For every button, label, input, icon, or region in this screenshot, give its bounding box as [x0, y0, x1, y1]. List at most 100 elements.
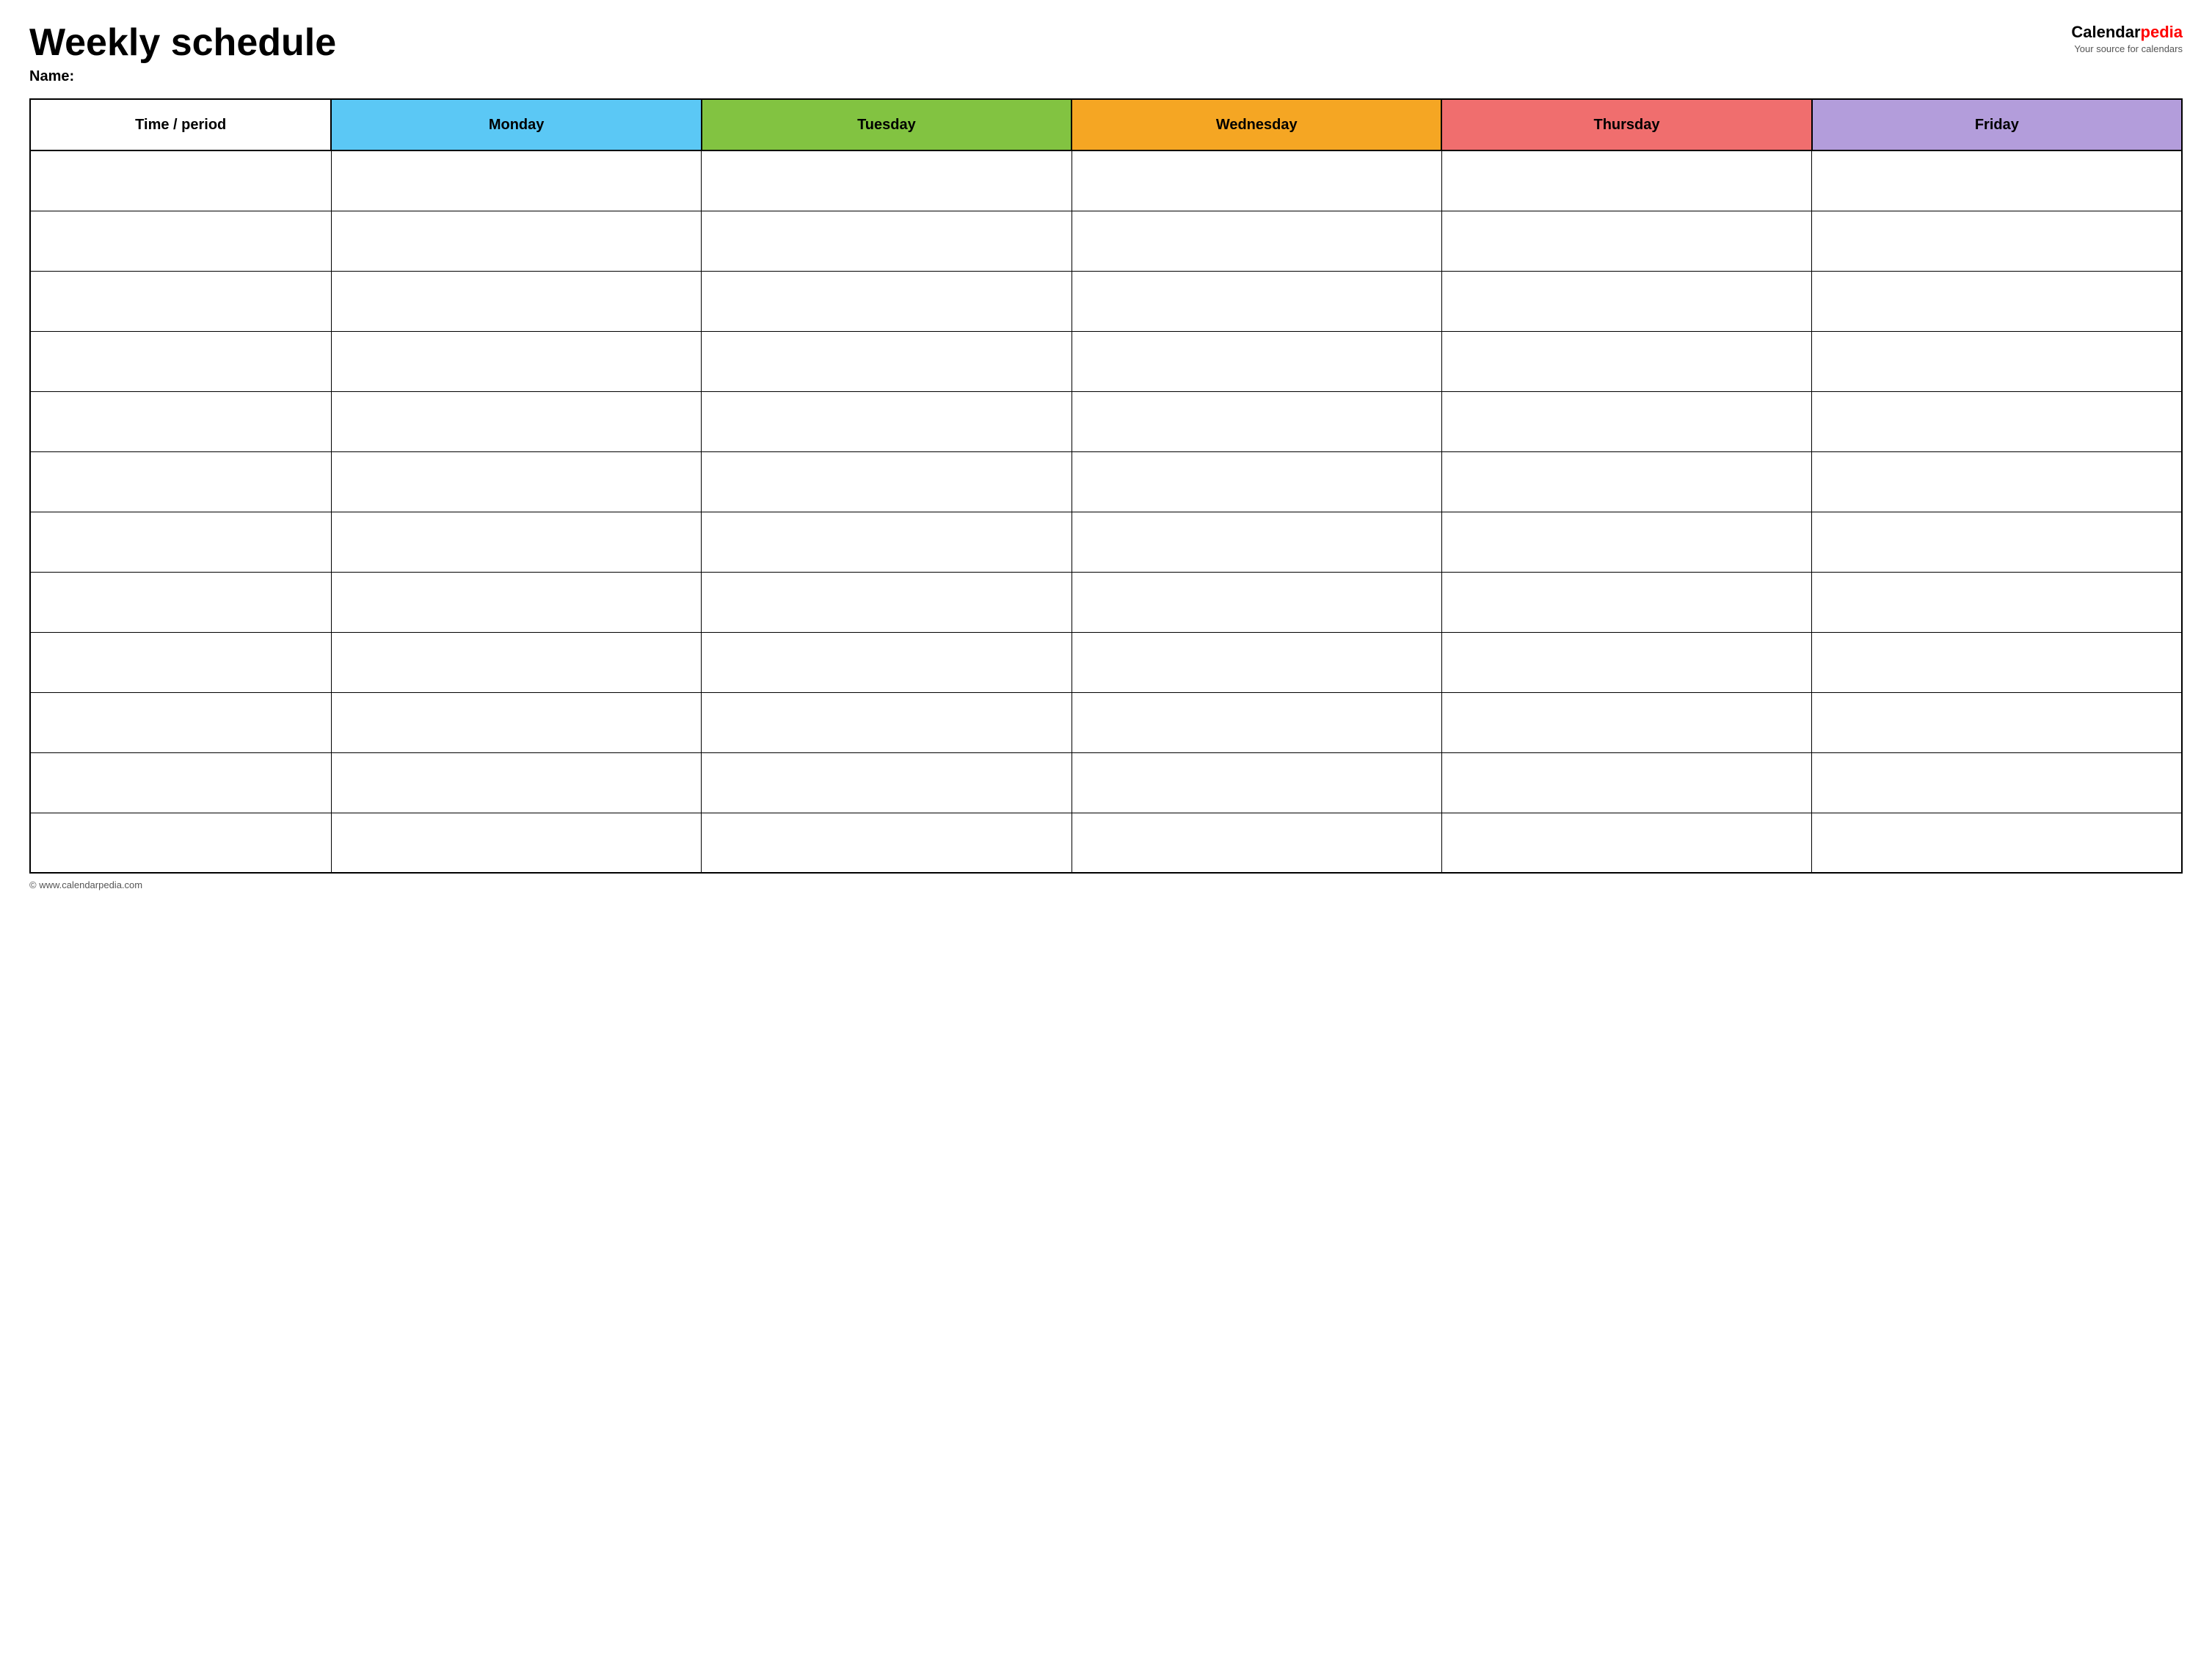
table-row — [30, 391, 2182, 451]
cell-row0-col0[interactable] — [30, 150, 331, 211]
cell-row8-col1[interactable] — [331, 632, 701, 692]
table-row — [30, 211, 2182, 271]
cell-row10-col1[interactable] — [331, 752, 701, 813]
cell-row3-col1[interactable] — [331, 331, 701, 391]
cell-row9-col1[interactable] — [331, 692, 701, 752]
cell-row2-col3[interactable] — [1072, 271, 1441, 331]
cell-row3-col2[interactable] — [702, 331, 1072, 391]
cell-row1-col5[interactable] — [1812, 211, 2182, 271]
table-row — [30, 331, 2182, 391]
table-row — [30, 813, 2182, 873]
logo-area: Calendarpedia Your source for calendars — [2071, 22, 2183, 55]
cell-row0-col4[interactable] — [1441, 150, 1811, 211]
title-section: Weekly schedule Name: — [29, 22, 336, 85]
table-row — [30, 271, 2182, 331]
cell-row4-col2[interactable] — [702, 391, 1072, 451]
cell-row1-col0[interactable] — [30, 211, 331, 271]
cell-row7-col1[interactable] — [331, 572, 701, 632]
cell-row7-col3[interactable] — [1072, 572, 1441, 632]
cell-row9-col5[interactable] — [1812, 692, 2182, 752]
cell-row7-col4[interactable] — [1441, 572, 1811, 632]
cell-row9-col0[interactable] — [30, 692, 331, 752]
table-row — [30, 451, 2182, 512]
col-header-friday: Friday — [1812, 99, 2182, 150]
cell-row0-col3[interactable] — [1072, 150, 1441, 211]
cell-row6-col4[interactable] — [1441, 512, 1811, 572]
col-header-thursday: Thursday — [1441, 99, 1811, 150]
cell-row2-col2[interactable] — [702, 271, 1072, 331]
cell-row3-col5[interactable] — [1812, 331, 2182, 391]
cell-row4-col3[interactable] — [1072, 391, 1441, 451]
cell-row10-col4[interactable] — [1441, 752, 1811, 813]
cell-row10-col3[interactable] — [1072, 752, 1441, 813]
table-row — [30, 150, 2182, 211]
cell-row8-col5[interactable] — [1812, 632, 2182, 692]
cell-row6-col0[interactable] — [30, 512, 331, 572]
cell-row8-col3[interactable] — [1072, 632, 1441, 692]
cell-row4-col0[interactable] — [30, 391, 331, 451]
cell-row8-col2[interactable] — [702, 632, 1072, 692]
col-header-wednesday: Wednesday — [1072, 99, 1441, 150]
logo-text: Calendarpedia — [2071, 22, 2183, 43]
cell-row10-col0[interactable] — [30, 752, 331, 813]
cell-row0-col1[interactable] — [331, 150, 701, 211]
cell-row9-col2[interactable] — [702, 692, 1072, 752]
cell-row2-col1[interactable] — [331, 271, 701, 331]
footer: © www.calendarpedia.com — [29, 879, 2183, 890]
cell-row7-col2[interactable] — [702, 572, 1072, 632]
cell-row5-col3[interactable] — [1072, 451, 1441, 512]
cell-row11-col3[interactable] — [1072, 813, 1441, 873]
cell-row2-col5[interactable] — [1812, 271, 2182, 331]
cell-row6-col5[interactable] — [1812, 512, 2182, 572]
cell-row6-col2[interactable] — [702, 512, 1072, 572]
schedule-body — [30, 150, 2182, 873]
cell-row2-col4[interactable] — [1441, 271, 1811, 331]
cell-row1-col1[interactable] — [331, 211, 701, 271]
cell-row1-col4[interactable] — [1441, 211, 1811, 271]
cell-row2-col0[interactable] — [30, 271, 331, 331]
footer-url: © www.calendarpedia.com — [29, 879, 142, 890]
table-row — [30, 752, 2182, 813]
page-title: Weekly schedule — [29, 22, 336, 64]
cell-row0-col5[interactable] — [1812, 150, 2182, 211]
logo-calendar-text: Calendar — [2071, 23, 2140, 41]
cell-row5-col2[interactable] — [702, 451, 1072, 512]
cell-row11-col5[interactable] — [1812, 813, 2182, 873]
cell-row10-col2[interactable] — [702, 752, 1072, 813]
logo-pedia-text: pedia — [2141, 23, 2183, 41]
cell-row10-col5[interactable] — [1812, 752, 2182, 813]
table-row — [30, 692, 2182, 752]
cell-row11-col2[interactable] — [702, 813, 1072, 873]
cell-row9-col4[interactable] — [1441, 692, 1811, 752]
cell-row5-col4[interactable] — [1441, 451, 1811, 512]
logo-subtitle: Your source for calendars — [2071, 43, 2183, 56]
cell-row6-col1[interactable] — [331, 512, 701, 572]
header: Weekly schedule Name: Calendarpedia Your… — [29, 22, 2183, 85]
cell-row8-col4[interactable] — [1441, 632, 1811, 692]
cell-row7-col0[interactable] — [30, 572, 331, 632]
col-header-tuesday: Tuesday — [702, 99, 1072, 150]
cell-row1-col2[interactable] — [702, 211, 1072, 271]
cell-row1-col3[interactable] — [1072, 211, 1441, 271]
cell-row11-col4[interactable] — [1441, 813, 1811, 873]
cell-row5-col1[interactable] — [331, 451, 701, 512]
cell-row8-col0[interactable] — [30, 632, 331, 692]
cell-row3-col3[interactable] — [1072, 331, 1441, 391]
cell-row7-col5[interactable] — [1812, 572, 2182, 632]
table-row — [30, 572, 2182, 632]
cell-row3-col0[interactable] — [30, 331, 331, 391]
col-header-monday: Monday — [331, 99, 701, 150]
table-header-row: Time / period Monday Tuesday Wednesday T… — [30, 99, 2182, 150]
cell-row0-col2[interactable] — [702, 150, 1072, 211]
name-label: Name: — [29, 68, 336, 85]
cell-row9-col3[interactable] — [1072, 692, 1441, 752]
cell-row11-col1[interactable] — [331, 813, 701, 873]
cell-row5-col0[interactable] — [30, 451, 331, 512]
cell-row5-col5[interactable] — [1812, 451, 2182, 512]
cell-row6-col3[interactable] — [1072, 512, 1441, 572]
cell-row4-col5[interactable] — [1812, 391, 2182, 451]
cell-row11-col0[interactable] — [30, 813, 331, 873]
cell-row4-col1[interactable] — [331, 391, 701, 451]
cell-row4-col4[interactable] — [1441, 391, 1811, 451]
cell-row3-col4[interactable] — [1441, 331, 1811, 391]
